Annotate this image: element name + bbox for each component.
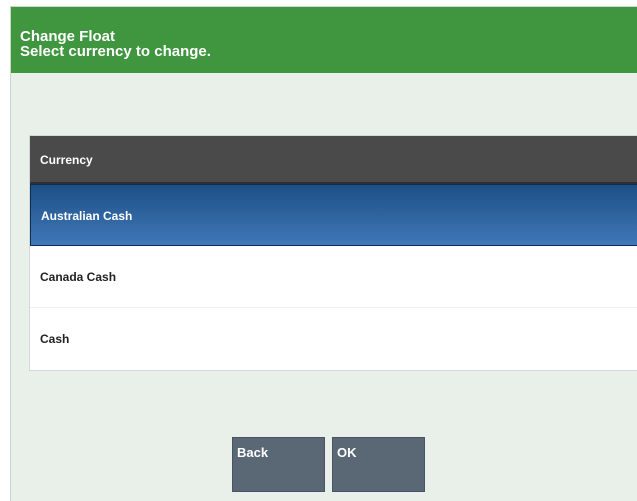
dialog-subtitle: Select currency to change.	[20, 43, 211, 60]
ok-button[interactable]: OK	[332, 437, 425, 492]
currency-column-header: Currency	[30, 136, 637, 184]
currency-table: Currency Australian Cash Canada Cash Cas…	[29, 135, 637, 371]
dialog-title: Change Float	[20, 28, 116, 45]
currency-row-canada-cash[interactable]: Canada Cash	[30, 246, 637, 308]
currency-row-cash[interactable]: Cash	[30, 308, 637, 370]
currency-row-australian-cash[interactable]: Australian Cash	[30, 184, 637, 246]
back-button[interactable]: Back	[232, 437, 325, 492]
prompt-header: Change Float Select currency to change.	[11, 7, 637, 73]
dialog-frame: Change Float Select currency to change. …	[10, 6, 637, 501]
